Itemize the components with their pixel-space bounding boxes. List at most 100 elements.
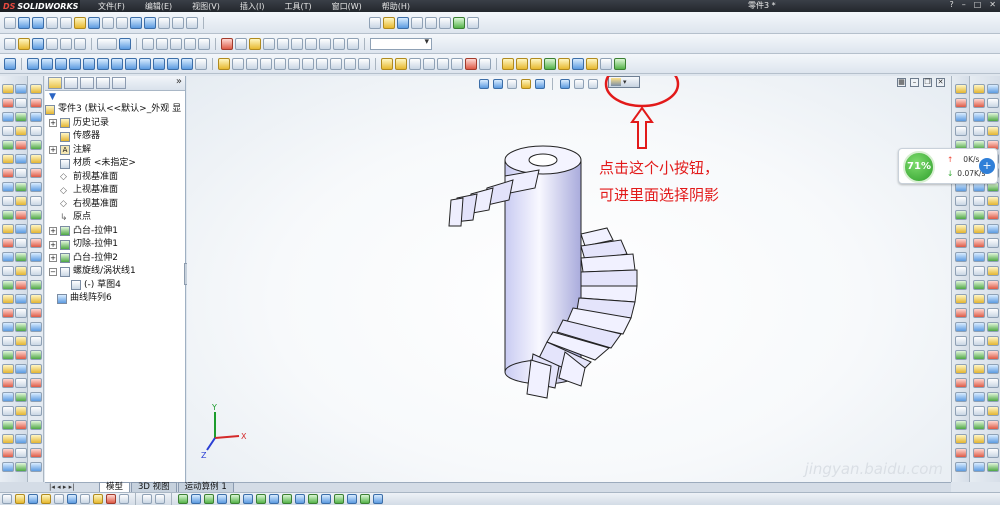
strip-tool-icon[interactable] (30, 238, 42, 248)
strip-tool-icon[interactable] (987, 126, 999, 136)
network-speed-widget[interactable]: 71% 0K/s 0.07K/s + (898, 148, 998, 184)
print-small-icon[interactable] (46, 37, 58, 50)
strip-tool-icon[interactable] (15, 140, 27, 150)
list-icon[interactable] (170, 37, 182, 50)
new-icon[interactable] (4, 37, 16, 50)
viewport-restore-icon[interactable]: ❐ (923, 78, 932, 87)
strip-tool-icon[interactable] (30, 252, 42, 262)
expand-toggle[interactable]: + (49, 227, 57, 236)
strip-tool-icon[interactable] (30, 392, 42, 402)
strip-tool-icon[interactable] (30, 182, 42, 192)
strip-tool-icon[interactable] (973, 462, 985, 472)
strip-tool-icon[interactable] (2, 266, 14, 276)
spiral-staircase-model[interactable]: Y X Z (187, 76, 951, 482)
tab-model[interactable]: 模型 (99, 482, 131, 492)
minimize-icon[interactable]: – (962, 0, 966, 9)
strip-tool-icon[interactable] (15, 224, 27, 234)
strip-tool-icon[interactable] (15, 378, 27, 388)
strip-tool-icon[interactable] (987, 392, 999, 402)
strip-tool-icon[interactable] (973, 350, 985, 360)
strip-tool-icon[interactable] (987, 322, 999, 332)
tool-g-icon[interactable] (586, 57, 598, 70)
strip-tool-icon[interactable] (2, 210, 14, 220)
menu-help[interactable]: 帮助(H) (382, 1, 410, 12)
strip-tool-icon[interactable] (973, 112, 985, 122)
redo-small-icon[interactable] (74, 37, 86, 50)
tree-item-boss-extrude2[interactable]: + 凸台-拉伸2 (45, 252, 185, 266)
collapse-toggle[interactable]: − (49, 267, 57, 276)
mirror-icon[interactable] (358, 57, 370, 70)
point-icon[interactable] (302, 57, 314, 70)
strip-tool-icon[interactable] (955, 238, 967, 248)
strip-tool-icon[interactable] (987, 350, 999, 360)
strip-tool-icon[interactable] (955, 406, 967, 416)
strip-tool-icon[interactable] (973, 98, 985, 108)
menu-tools[interactable]: 工具(T) (284, 1, 311, 12)
render-options-icon[interactable] (333, 37, 345, 50)
graphics-area[interactable]: ▾ 点击这个小按钮， 可进里面选择阴影 Y X Z ▦ – ❐ ✕ jingya… (187, 76, 951, 482)
wireframe-icon[interactable] (116, 16, 128, 29)
bottom-tool-14-icon[interactable] (191, 494, 201, 504)
copy-icon[interactable] (156, 37, 168, 50)
strip-tool-icon[interactable] (30, 448, 42, 458)
undo-icon[interactable] (425, 16, 437, 29)
bottom-tool-17-icon[interactable] (230, 494, 240, 504)
intersect-icon[interactable] (451, 57, 463, 70)
strip-tool-icon[interactable] (30, 350, 42, 360)
strip-tool-icon[interactable] (2, 364, 14, 374)
tree-item-sketch4[interactable]: (-) 草图4 (45, 279, 185, 293)
strip-tool-icon[interactable] (955, 448, 967, 458)
bottom-tool-3-icon[interactable] (28, 494, 38, 504)
plane-toolbar-icon[interactable] (274, 57, 286, 70)
tool-h-icon[interactable] (600, 57, 612, 70)
deform-icon[interactable] (465, 57, 477, 70)
strip-tool-icon[interactable] (973, 224, 985, 234)
strip-tool-icon[interactable] (955, 350, 967, 360)
strip-tool-icon[interactable] (2, 154, 14, 164)
hidden-lines-icon[interactable] (102, 16, 114, 29)
bottom-tool-4-icon[interactable] (41, 494, 51, 504)
tab-motion-study[interactable]: 运动算例 1 (177, 482, 234, 492)
shaded-icon[interactable] (130, 16, 142, 29)
chamfer-icon[interactable] (125, 57, 137, 70)
expand-toggle[interactable]: + (49, 146, 57, 155)
tool-c-icon[interactable] (530, 57, 542, 70)
strip-tool-icon[interactable] (2, 238, 14, 248)
tree-item-curve-pattern6[interactable]: 曲线阵列6 (45, 292, 185, 306)
strip-tool-icon[interactable] (15, 238, 27, 248)
bottom-tool-28-icon[interactable] (373, 494, 383, 504)
strip-tool-icon[interactable] (15, 112, 27, 122)
bottom-tool-7-icon[interactable] (80, 494, 90, 504)
perspective-icon[interactable] (172, 16, 184, 29)
helix-toolbar-icon[interactable] (246, 57, 258, 70)
bottom-tool-15-icon[interactable] (204, 494, 214, 504)
strip-tool-icon[interactable] (15, 252, 27, 262)
axis-icon[interactable] (288, 57, 300, 70)
fillet-icon[interactable] (111, 57, 123, 70)
strip-tool-icon[interactable] (30, 154, 42, 164)
rib-icon[interactable] (139, 57, 151, 70)
tab-3d-view[interactable]: 3D 视图 (131, 482, 177, 492)
mass-props-icon[interactable] (344, 57, 356, 70)
scene-icon[interactable] (235, 37, 247, 50)
strip-tool-icon[interactable] (2, 308, 14, 318)
scale-icon[interactable] (409, 57, 421, 70)
camera-icon[interactable] (263, 37, 275, 50)
save-icon[interactable] (397, 16, 409, 29)
strip-tool-icon[interactable] (2, 84, 14, 94)
strip-tool-icon[interactable] (973, 406, 985, 416)
tree-item-history[interactable]: + 历史记录 (45, 117, 185, 131)
strip-tool-icon[interactable] (15, 420, 27, 430)
measure-icon[interactable] (330, 57, 342, 70)
strip-tool-icon[interactable] (955, 420, 967, 430)
strip-tool-icon[interactable] (15, 462, 27, 472)
strip-tool-icon[interactable] (955, 378, 967, 388)
cut-icon[interactable] (97, 57, 109, 70)
strip-tool-icon[interactable] (30, 462, 42, 472)
bottom-tool-5-icon[interactable] (54, 494, 64, 504)
rebuild-icon[interactable] (453, 16, 465, 29)
hole-icon[interactable] (181, 57, 193, 70)
bottom-tool-9-icon[interactable] (106, 494, 116, 504)
strip-tool-icon[interactable] (15, 434, 27, 444)
tree-item-material[interactable]: 材质 <未指定> (45, 157, 185, 171)
